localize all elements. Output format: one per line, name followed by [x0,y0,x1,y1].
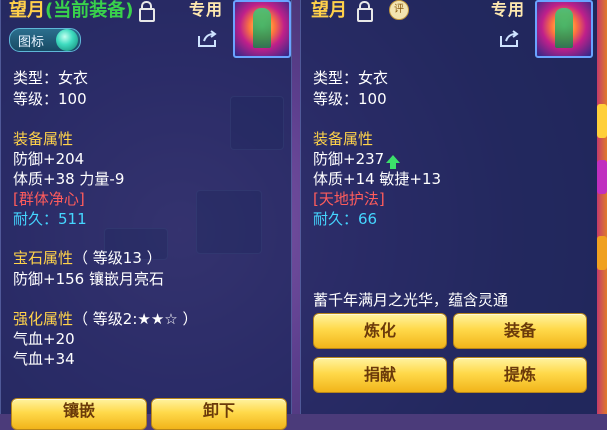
unequip-button[interactable]: 卸下 [151,398,287,430]
lock-icon[interactable] [139,1,155,22]
item-level: 等级：100 [13,90,87,108]
item-portrait [535,0,593,58]
side-icon[interactable] [597,104,607,138]
attr-defense: 防御+204 [13,150,85,168]
item-name: 望月(当前装备) [9,0,134,21]
gem-level: （ 等级13 ） [73,249,162,267]
equip-button[interactable]: 装备 [453,313,587,349]
attr-header: 装备属性 [13,130,74,148]
gem-header: 宝石属性 [13,249,74,267]
donate-button[interactable]: 捐献 [313,357,447,393]
up-arrow-icon [386,155,401,169]
enhance-level: （ 等级2:★★☆ ） [73,310,198,328]
item-type: 类型：女衣 [313,69,389,87]
special-skill: [天地护法] [313,190,385,208]
attr-defense-line: 防御+237 [313,148,401,169]
durability: 耐久：511 [13,210,87,228]
enhance-header: 强化属性 [13,310,74,328]
enhance-line-2: 气血+34 [13,350,75,368]
exclusive-label: 专用 [491,0,526,19]
durability-value: 66 [358,210,378,228]
item-description: 蓄千年满月之光华，蕴含灵通 [313,291,509,309]
durability-value: 511 [58,210,87,228]
attr-defense: 防御+237 [313,150,385,168]
eval-badge-icon[interactable]: 评 [389,0,409,20]
current-equipment-panel: 望月(当前装备) 专用 图标 类型：女衣 等级：100 装备属性 防御+204 … [0,0,292,430]
item-level: 等级：100 [313,90,387,108]
attr-stats: 体质+14 敏捷+13 [313,170,442,188]
refine-button[interactable]: 炼化 [313,313,447,349]
inlay-button[interactable]: 镶嵌 [11,398,147,430]
gem-attr-line: 宝石属性（ 等级13 ） [13,247,162,268]
side-icon[interactable] [597,160,607,194]
enhance-attr-line: 强化属性（ 等级2:★★☆ ） [13,308,198,329]
special-skill: [群体净心] [13,190,85,208]
item-name: 望月 [311,0,347,21]
icon-toggle-label: 图标 [18,35,45,50]
compare-equipment-panel: 望月 评 专用 类型：女衣 等级：100 装备属性 防御+237 体质+14 敏… [300,0,598,414]
share-icon[interactable] [499,30,521,48]
gem-effect: 防御+156 镶嵌月亮石 [13,270,164,288]
lock-icon[interactable] [357,1,373,22]
exclusive-label: 专用 [189,0,224,19]
durability: 耐久：66 [313,210,378,228]
enhance-line-1: 气血+20 [13,330,75,348]
side-strip [597,0,607,414]
item-portrait [233,0,291,58]
current-equipped-tag: (当前装备) [45,0,134,21]
icon-toggle-button[interactable]: 图标 [9,28,81,52]
attr-header: 装备属性 [313,130,374,148]
share-icon[interactable] [197,30,219,48]
gem-orb-icon [56,29,78,51]
extract-button[interactable]: 提炼 [453,357,587,393]
item-type: 类型：女衣 [13,69,89,87]
side-icon[interactable] [597,236,607,270]
attr-stats: 体质+38 力量-9 [13,170,125,188]
